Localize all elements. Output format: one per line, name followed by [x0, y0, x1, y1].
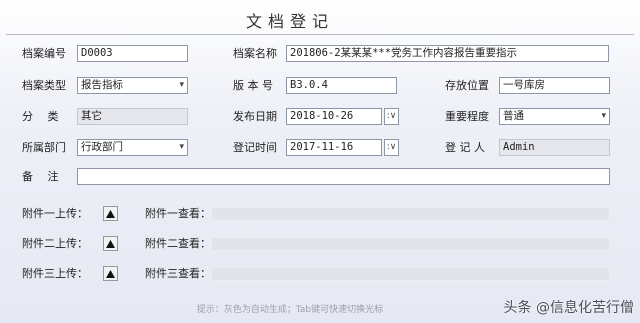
attach1-upload-button[interactable] [103, 206, 118, 221]
publish-date-field[interactable]: 2018-10-26 [286, 108, 382, 125]
register-time-spinner[interactable]: :∨ [384, 139, 399, 156]
chevron-down-icon: ▾ [179, 80, 184, 90]
upload-arrow-icon [106, 209, 115, 218]
registrant-field: Admin [499, 139, 610, 156]
attach2-view-area[interactable] [211, 237, 610, 251]
title-divider [6, 34, 634, 35]
department-value: 行政部门 [81, 141, 123, 153]
upload-arrow-icon [106, 239, 115, 248]
archive-no-field[interactable]: D0003 [77, 45, 188, 62]
form-title: 文档登记 [245, 12, 334, 31]
importance-select[interactable]: 普通 ▾ [499, 108, 610, 125]
remark-field[interactable] [77, 168, 610, 185]
archive-type-select[interactable]: 报告指标 ▾ [77, 77, 188, 94]
attach3-view-label: 附件三查看： [145, 267, 211, 280]
register-time-field[interactable]: 2017-11-16 [286, 139, 382, 156]
attach1-view-area[interactable] [211, 207, 610, 221]
department-select[interactable]: 行政部门 ▾ [77, 139, 188, 156]
publish-date-label: 发布日期 [233, 110, 277, 123]
importance-value: 普通 [503, 110, 524, 122]
upload-arrow-icon [106, 269, 115, 278]
attach1-upload-label: 附件一上传： [22, 207, 88, 220]
remark-label: 备 注 [22, 170, 59, 183]
attach1-view-label: 附件一查看： [145, 207, 211, 220]
archive-no-label: 档案编号 [22, 47, 66, 60]
watermark: 头条 @信息化苦行僧 [503, 300, 634, 316]
hint-text: 提示：灰色为自动生成；Tab键可快速切换光标 [196, 305, 384, 315]
chevron-down-icon: ▾ [601, 111, 606, 121]
register-time-label: 登记时间 [233, 141, 277, 154]
category-field: 其它 [77, 108, 188, 125]
location-label: 存放位置 [445, 79, 489, 92]
version-label: 版 本 号 [233, 79, 273, 92]
attach3-view-area[interactable] [211, 267, 610, 281]
attach2-upload-label: 附件二上传： [22, 237, 88, 250]
version-field[interactable]: B3.0.4 [286, 77, 397, 94]
attach2-upload-button[interactable] [103, 236, 118, 251]
chevron-down-icon: ▾ [179, 142, 184, 152]
attach3-upload-button[interactable] [103, 266, 118, 281]
location-field[interactable]: 一号库房 [499, 77, 610, 94]
archive-name-label: 档案名称 [233, 47, 277, 60]
archive-name-field[interactable]: 201806-2某某某***党务工作内容报告重要指示 [286, 45, 609, 62]
category-label: 分 类 [22, 110, 59, 123]
archive-type-value: 报告指标 [81, 79, 123, 91]
publish-date-spinner[interactable]: :∨ [384, 108, 399, 125]
importance-label: 重要程度 [445, 110, 489, 123]
department-label: 所属部门 [22, 141, 66, 154]
attach3-upload-label: 附件三上传： [22, 267, 88, 280]
attach2-view-label: 附件二查看： [145, 237, 211, 250]
archive-type-label: 档案类型 [22, 79, 66, 92]
registrant-label: 登 记 人 [445, 141, 485, 154]
